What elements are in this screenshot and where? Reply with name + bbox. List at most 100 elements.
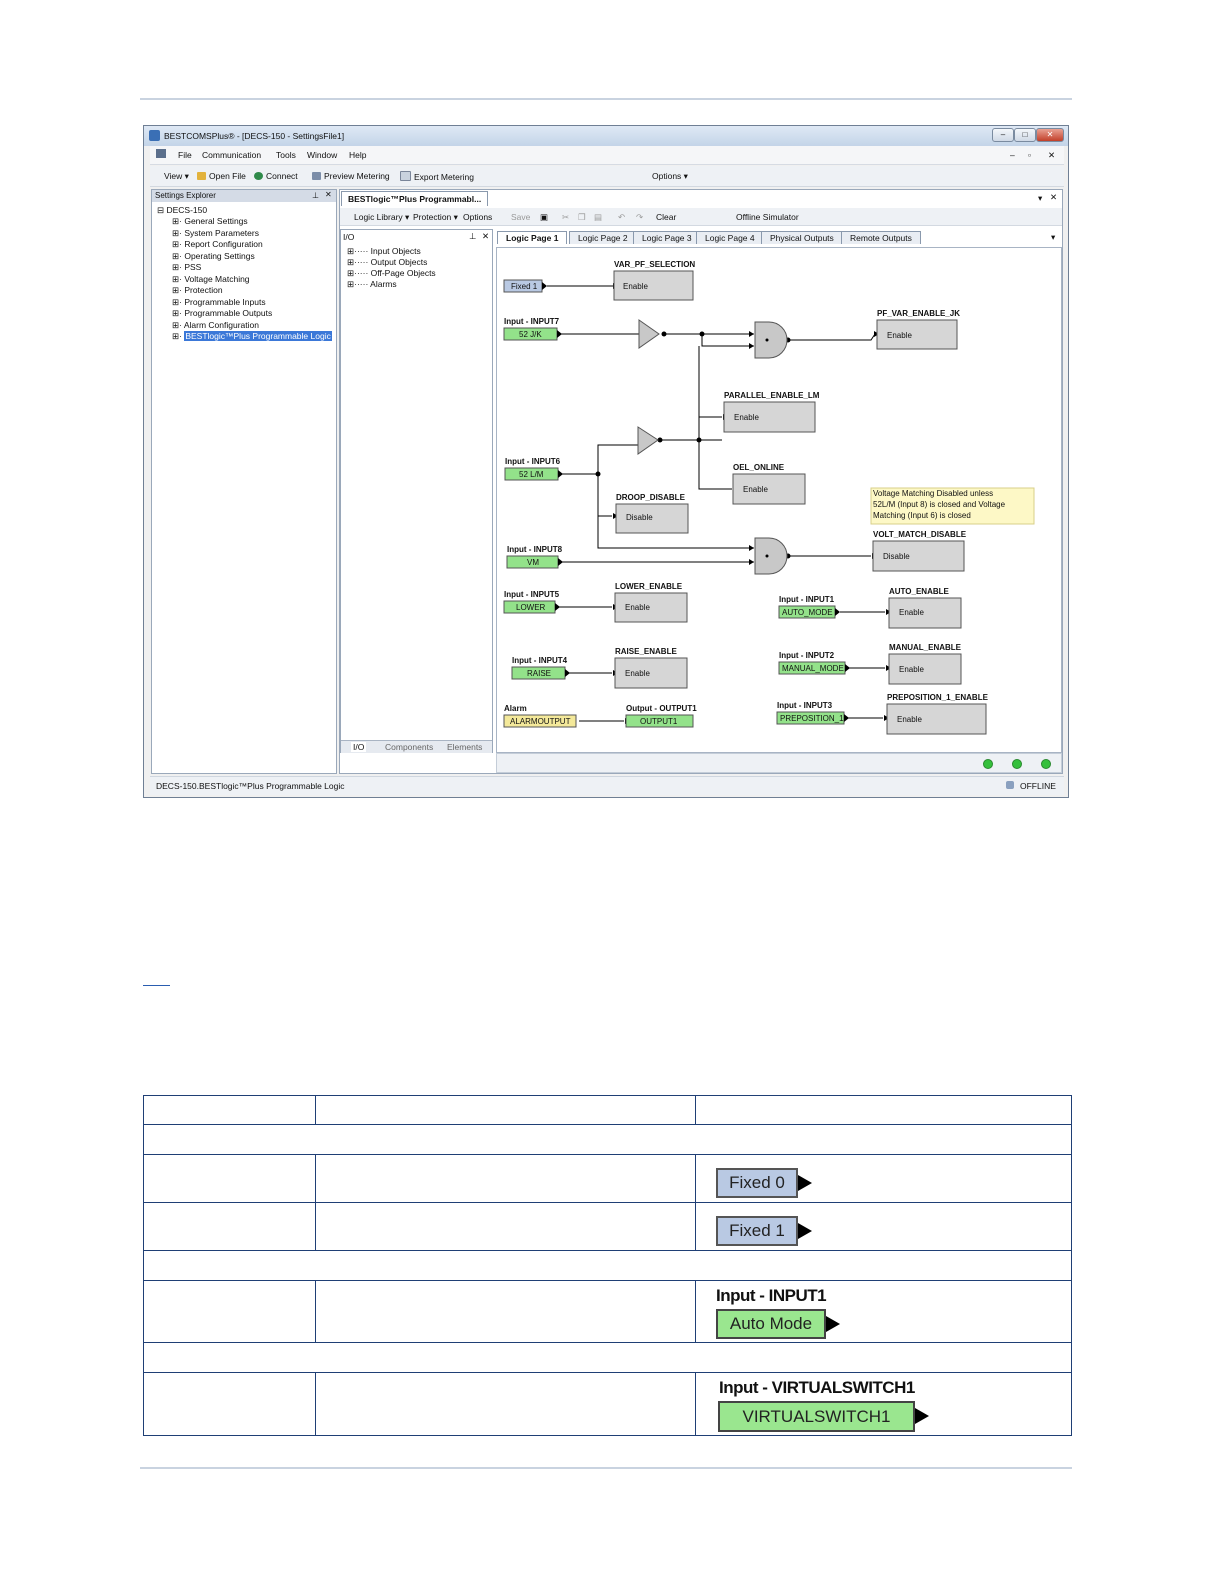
mdi-restore-icon[interactable]: ▫ [1028, 150, 1031, 160]
io-item-output-objects[interactable]: ⊞····· Output Objects [347, 257, 427, 268]
auto-title: AUTO_ENABLE [889, 587, 950, 596]
tree-item-programmable-outputs[interactable]: ⊞· Programmable Outputs [172, 308, 272, 319]
link-underline[interactable] [143, 985, 170, 986]
tab-logic-page-4[interactable]: Logic Page 4 [696, 231, 764, 244]
protection-button[interactable]: Protection ▾ [413, 212, 458, 223]
export-metering-button[interactable]: Export Metering [400, 171, 474, 182]
auto-enable: Enable [899, 608, 924, 617]
table-row [143, 1124, 1072, 1155]
mdi-close-icon[interactable]: ✕ [1048, 150, 1055, 161]
input1-arrow-icon [826, 1315, 840, 1332]
maximize-icon[interactable]: □ [1014, 128, 1036, 142]
pin-icon[interactable]: ⊥ [312, 191, 319, 200]
input4-box-text: RAISE [527, 669, 551, 678]
fixed0-symbol: Fixed 0 [716, 1167, 798, 1198]
explorer-close-icon[interactable]: ✕ [325, 190, 332, 199]
input8-box-text: VM [527, 558, 539, 567]
table-row: Input - INPUT1 Auto Mode [143, 1280, 1072, 1343]
canvas-scrollbar[interactable] [496, 753, 1062, 773]
open-file-button[interactable]: Open File [197, 171, 246, 181]
cut-icon[interactable]: ✂ [562, 212, 569, 223]
note-line-2: 52L/M (Input 8) is closed and Voltage [873, 500, 1006, 509]
not-gate-1[interactable] [638, 319, 660, 349]
tree-item-system-parameters[interactable]: ⊞· System Parameters [172, 228, 259, 239]
tab-physical-outputs[interactable]: Physical Outputs [761, 231, 843, 244]
menu-tools[interactable]: Tools [276, 150, 296, 160]
menu-help[interactable]: Help [349, 150, 366, 160]
table-row [143, 1095, 1072, 1125]
input3-box-text: PREPOSITION_1 [780, 714, 844, 723]
tree-root[interactable]: ⊟ DECS-150 [157, 205, 207, 216]
tree-item-voltage-matching[interactable]: ⊞· Voltage Matching [172, 274, 250, 285]
close-icon[interactable]: ✕ [1036, 128, 1064, 142]
tree-item-programmable-inputs[interactable]: ⊞· Programmable Inputs [172, 297, 266, 308]
input5-title: Input - INPUT5 [504, 590, 560, 599]
not-gate-2[interactable] [637, 426, 659, 455]
connect-button[interactable]: Connect [254, 171, 298, 181]
options-menu-button[interactable]: Options [463, 212, 492, 222]
preposition-title: PREPOSITION_1_ENABLE [887, 693, 989, 702]
and-gate-2[interactable] [754, 537, 788, 575]
logic-toolbar: Logic Library ▾ Protection ▾ Options Sav… [340, 208, 1062, 226]
note-line-1: Voltage Matching Disabled unless [873, 489, 993, 498]
tab-io[interactable]: I/O [351, 742, 367, 752]
tab-logic-page-1[interactable]: Logic Page 1 [497, 231, 568, 244]
tree-item-pss[interactable]: ⊞· PSS [172, 262, 201, 273]
doc-close-icon[interactable]: ✕ [1050, 192, 1057, 203]
doc-dropdown-icon[interactable]: ▾ [1038, 193, 1042, 204]
copy-icon[interactable]: ❐ [578, 212, 586, 223]
tab-remote-outputs[interactable]: Remote Outputs [841, 231, 921, 244]
tab-components[interactable]: Components [385, 742, 433, 752]
save-button[interactable]: Save [511, 212, 530, 222]
logic-canvas: Fixed 1 VAR_PF_SELECTION Enable Input - … [496, 247, 1062, 753]
logic-page-tabs: Logic Page 1 Logic Page 2 Logic Page 3 L… [497, 231, 1063, 244]
io-item-alarms[interactable]: ⊞····· Alarms [347, 279, 397, 290]
tree-item-bestlogic[interactable]: ⊞· BESTlogic™Plus Programmable Logic [172, 331, 332, 342]
input4-title: Input - INPUT4 [512, 656, 568, 665]
pf-var-enable: Enable [887, 331, 912, 340]
menu-communication[interactable]: Communication [202, 150, 261, 160]
minimize-icon[interactable]: – [992, 128, 1014, 142]
tree-item-report-configuration[interactable]: ⊞· Report Configuration [172, 239, 263, 250]
io-panel: I/O ⊥ ✕ ⊞····· Input Objects ⊞····· Outp… [340, 229, 493, 753]
table-row: Fixed 0 [143, 1154, 1072, 1203]
header-rule [140, 98, 1072, 100]
input1-box-text: AUTO_MODE [782, 608, 833, 617]
settings-explorer: Settings Explorer ⊥ ✕ ⊟ DECS-150 ⊞· Gene… [151, 189, 337, 774]
tab-elements[interactable]: Elements [447, 742, 482, 752]
print-icon[interactable]: ▣ [540, 212, 548, 223]
pf-var-title: PF_VAR_ENABLE_JK [877, 309, 960, 318]
export-icon [400, 171, 411, 181]
tree-item-operating-settings[interactable]: ⊞· Operating Settings [172, 251, 255, 262]
redo-icon[interactable]: ↷ [636, 212, 643, 223]
menu-file[interactable]: File [178, 150, 192, 160]
tabs-dropdown-icon[interactable]: ▾ [1043, 231, 1063, 243]
view-button[interactable]: View ▾ [164, 171, 189, 182]
menu-window[interactable]: Window [307, 150, 337, 160]
options-button[interactable]: Options ▾ [652, 171, 688, 182]
io-item-offpage-objects[interactable]: ⊞····· Off-Page Objects [347, 268, 436, 279]
tab-logic-page-2[interactable]: Logic Page 2 [569, 231, 637, 244]
undo-icon[interactable]: ↶ [618, 212, 625, 223]
alarm-title: Alarm [504, 704, 527, 713]
window-title: BESTCOMSPlus® - [DECS-150 - SettingsFile… [164, 131, 345, 141]
mdi-minimize-icon[interactable]: – [1010, 150, 1015, 160]
tree-item-alarm-configuration[interactable]: ⊞· Alarm Configuration [172, 320, 259, 331]
connection-status: OFFLINE [1020, 781, 1056, 791]
tree-item-general-settings[interactable]: ⊞· General Settings [172, 216, 248, 227]
tab-logic-page-3[interactable]: Logic Page 3 [633, 231, 701, 244]
preview-metering-button[interactable]: Preview Metering [312, 171, 390, 181]
offline-simulator-button[interactable]: Offline Simulator [736, 212, 799, 222]
fixed1-box-text: Fixed 1 [511, 282, 538, 291]
fixed1-symbol: Fixed 1 [716, 1215, 798, 1246]
tree-item-protection[interactable]: ⊞· Protection [172, 285, 223, 296]
logic-library-button[interactable]: Logic Library ▾ [354, 212, 409, 223]
paste-icon[interactable]: ▤ [594, 212, 602, 223]
and-gate-1[interactable] [754, 321, 788, 359]
clear-button[interactable]: Clear [656, 212, 676, 222]
io-item-input-objects[interactable]: ⊞····· Input Objects [347, 246, 421, 257]
tab-bestlogic[interactable]: BESTlogic™Plus Programmabl... [341, 191, 489, 206]
fixed0-arrow-icon [798, 1174, 812, 1191]
io-close-icon[interactable]: ✕ [482, 231, 489, 242]
io-pin-icon[interactable]: ⊥ [469, 231, 476, 242]
